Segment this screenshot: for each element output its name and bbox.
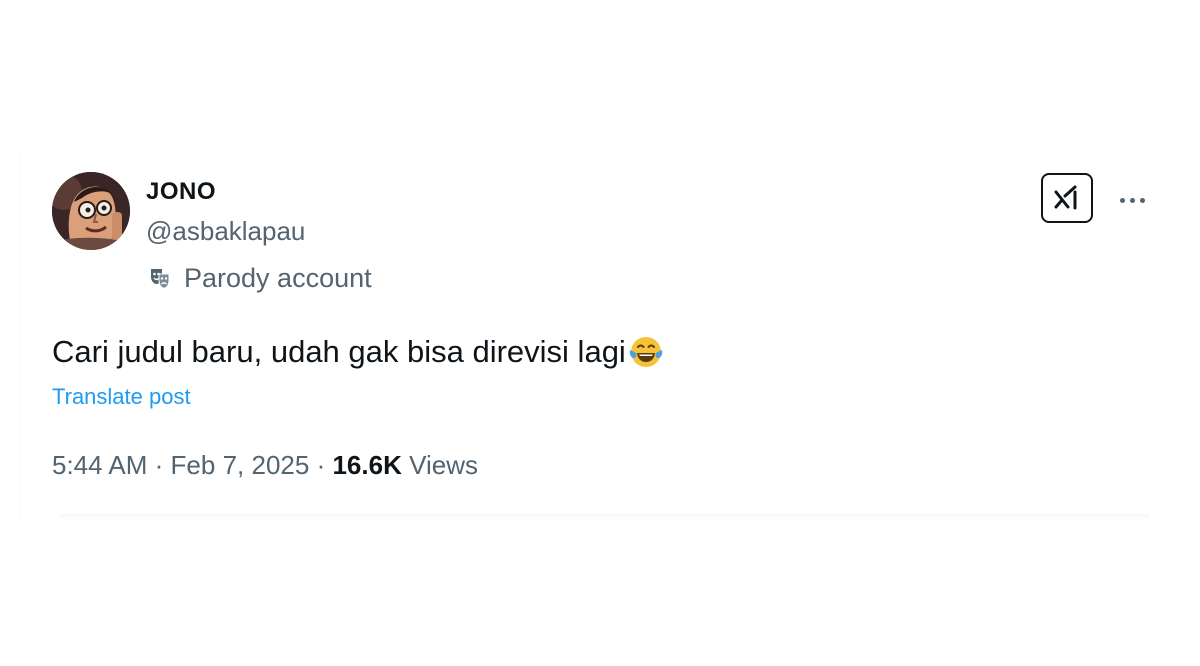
parody-label: Parody account (184, 262, 372, 293)
display-name[interactable]: JONO (146, 178, 216, 206)
tweet-meta: 5:44 AM · Feb 7, 2025 · 16.6K Views (52, 450, 478, 481)
face-with-tears-of-joy-icon (629, 337, 663, 367)
card-shadow (60, 514, 1150, 520)
more-dots-icon (1129, 197, 1135, 203)
more-dots-icon (1139, 197, 1145, 203)
translate-post-link[interactable]: Translate post (52, 384, 191, 410)
avatar[interactable] (52, 172, 130, 250)
views-label: Views (409, 450, 478, 480)
meta-separator: · (154, 450, 164, 480)
grok-icon (1054, 185, 1077, 210)
tweet-text: Cari judul baru, udah gak bisa direvisi … (52, 334, 664, 370)
cartoon-face-avatar (52, 172, 130, 250)
tweet-date[interactable]: Feb 7, 2025 (171, 450, 310, 480)
more-options-button[interactable] (1112, 186, 1152, 214)
meta-separator: · (316, 450, 326, 480)
views-count[interactable]: 16.6K (332, 450, 401, 480)
user-handle[interactable]: @asbaklapau (146, 216, 305, 247)
grok-button[interactable] (1041, 173, 1093, 223)
theater-masks-icon (151, 269, 170, 289)
tweet-text-body: Cari judul baru, udah gak bisa direvisi … (52, 334, 626, 369)
parody-badge: Parody account (148, 262, 372, 294)
tweet-time[interactable]: 5:44 AM (52, 450, 147, 480)
more-dots-icon (1119, 197, 1125, 203)
